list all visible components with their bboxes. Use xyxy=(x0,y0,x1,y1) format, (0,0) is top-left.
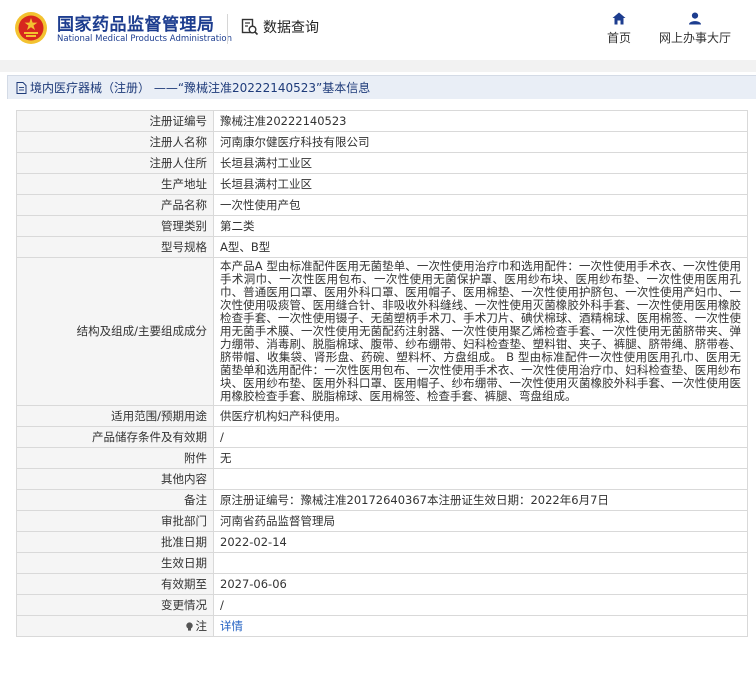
table-row: 有效期至 2027-06-06 xyxy=(16,573,748,595)
field-label: 审批部门 xyxy=(16,510,214,532)
field-value: 无 xyxy=(213,447,748,469)
table-row: 管理类别 第二类 xyxy=(16,215,748,237)
note-label-text: 注 xyxy=(195,618,208,633)
table-row: 适用范围/预期用途 供医疗机构妇产科使用。 xyxy=(16,405,748,427)
field-value: / xyxy=(213,594,748,616)
field-label: 产品名称 xyxy=(16,194,214,216)
user-icon xyxy=(689,12,701,25)
field-label: 注册人名称 xyxy=(16,131,214,153)
table-row: 生效日期 xyxy=(16,552,748,574)
emblem-logo[interactable] xyxy=(14,11,48,45)
field-label: 适用范围/预期用途 xyxy=(16,405,214,427)
field-label: 批准日期 xyxy=(16,531,214,553)
field-value: / xyxy=(213,426,748,448)
field-label: 型号规格 xyxy=(16,236,214,258)
field-value: 河南省药品监督管理局 xyxy=(213,510,748,532)
header-separator-band xyxy=(0,60,756,72)
field-label: 产品储存条件及有效期 xyxy=(16,426,214,448)
field-value: 第二类 xyxy=(213,215,748,237)
table-row: 产品储存条件及有效期 / xyxy=(16,426,748,448)
data-query-link[interactable]: 数据查询 xyxy=(241,17,319,37)
nav-online-office[interactable]: 网上办事大厅 xyxy=(657,12,733,46)
field-label: 生效日期 xyxy=(16,552,214,574)
field-value: 本产品A 型由标准配件医用无菌垫单、一次性使用治疗巾和选用配件：一次性使用手术衣… xyxy=(213,257,748,406)
table-row: 注册人住所 长垣县满村工业区 xyxy=(16,152,748,174)
lightbulb-icon xyxy=(185,621,193,631)
field-label: 结构及组成/主要组成成分 xyxy=(16,257,214,406)
table-row: 生产地址 长垣县满村工业区 xyxy=(16,173,748,195)
nav-home[interactable]: 首页 xyxy=(605,12,633,46)
brand-title-cn[interactable]: 国家药品监督管理局 xyxy=(57,10,215,35)
table-row: 附件 无 xyxy=(16,447,748,469)
site-header: 国家药品监督管理局 National Medical Products Admi… xyxy=(0,0,756,72)
field-value: 2027-06-06 xyxy=(213,573,748,595)
table-row: 批准日期 2022-02-14 xyxy=(16,531,748,553)
registration-info-table: 注册证编号 豫械注准20222140523 注册人名称 河南康尔健医疗科技有限公… xyxy=(16,110,748,637)
field-label: 生产地址 xyxy=(16,173,214,195)
field-label: 管理类别 xyxy=(16,215,214,237)
nav-online-office-label: 网上办事大厅 xyxy=(658,31,731,45)
note-label: 注 xyxy=(16,615,214,637)
table-row: 产品名称 一次性使用产包 xyxy=(16,194,748,216)
nav-home-label: 首页 xyxy=(606,31,631,45)
field-value: 供医疗机构妇产科使用。 xyxy=(213,405,748,427)
search-document-icon xyxy=(241,18,259,36)
field-label: 其他内容 xyxy=(16,468,214,490)
field-value: 长垣县满村工业区 xyxy=(213,152,748,174)
home-icon xyxy=(612,12,626,25)
field-value: A型、B型 xyxy=(213,236,748,258)
table-row: 变更情况 / xyxy=(16,594,748,616)
table-row: 备注 原注册证编号：豫械注准20172640367本注册证生效日期：2022年6… xyxy=(16,489,748,511)
field-value xyxy=(213,552,748,574)
table-row: 注 详情 xyxy=(16,615,748,637)
field-value: 原注册证编号：豫械注准20172640367本注册证生效日期：2022年6月7日 xyxy=(213,489,748,511)
field-label: 变更情况 xyxy=(16,594,214,616)
field-value: 河南康尔健医疗科技有限公司 xyxy=(213,131,748,153)
document-icon xyxy=(16,81,27,94)
table-row: 审批部门 河南省药品监督管理局 xyxy=(16,510,748,532)
field-value: 一次性使用产包 xyxy=(213,194,748,216)
table-row: 注册人名称 河南康尔健医疗科技有限公司 xyxy=(16,131,748,153)
field-value: 长垣县满村工业区 xyxy=(213,173,748,195)
field-value: 豫械注准20222140523 xyxy=(213,110,748,132)
info-title-text: 境内医疗器械（注册） ——“豫械注准20222140523”基本信息 xyxy=(30,81,371,95)
field-label: 注册证编号 xyxy=(16,110,214,132)
field-label: 附件 xyxy=(16,447,214,469)
info-title-bar: 境内医疗器械（注册） ——“豫械注准20222140523”基本信息 xyxy=(7,75,756,99)
field-value xyxy=(213,468,748,490)
field-value: 2022-02-14 xyxy=(213,531,748,553)
table-row: 结构及组成/主要组成成分 本产品A 型由标准配件医用无菌垫单、一次性使用治疗巾和… xyxy=(16,257,748,406)
field-label: 注册人住所 xyxy=(16,152,214,174)
details-link[interactable]: 详情 xyxy=(220,619,243,633)
field-label: 备注 xyxy=(16,489,214,511)
table-row: 注册证编号 豫械注准20222140523 xyxy=(16,110,748,132)
table-row: 其他内容 xyxy=(16,468,748,490)
data-query-label: 数据查询 xyxy=(263,20,319,36)
table-row: 型号规格 A型、B型 xyxy=(16,236,748,258)
field-value: 详情 xyxy=(213,615,748,637)
header-divider xyxy=(227,14,228,44)
brand-title-en[interactable]: National Medical Products Administration xyxy=(57,34,232,44)
field-label: 有效期至 xyxy=(16,573,214,595)
